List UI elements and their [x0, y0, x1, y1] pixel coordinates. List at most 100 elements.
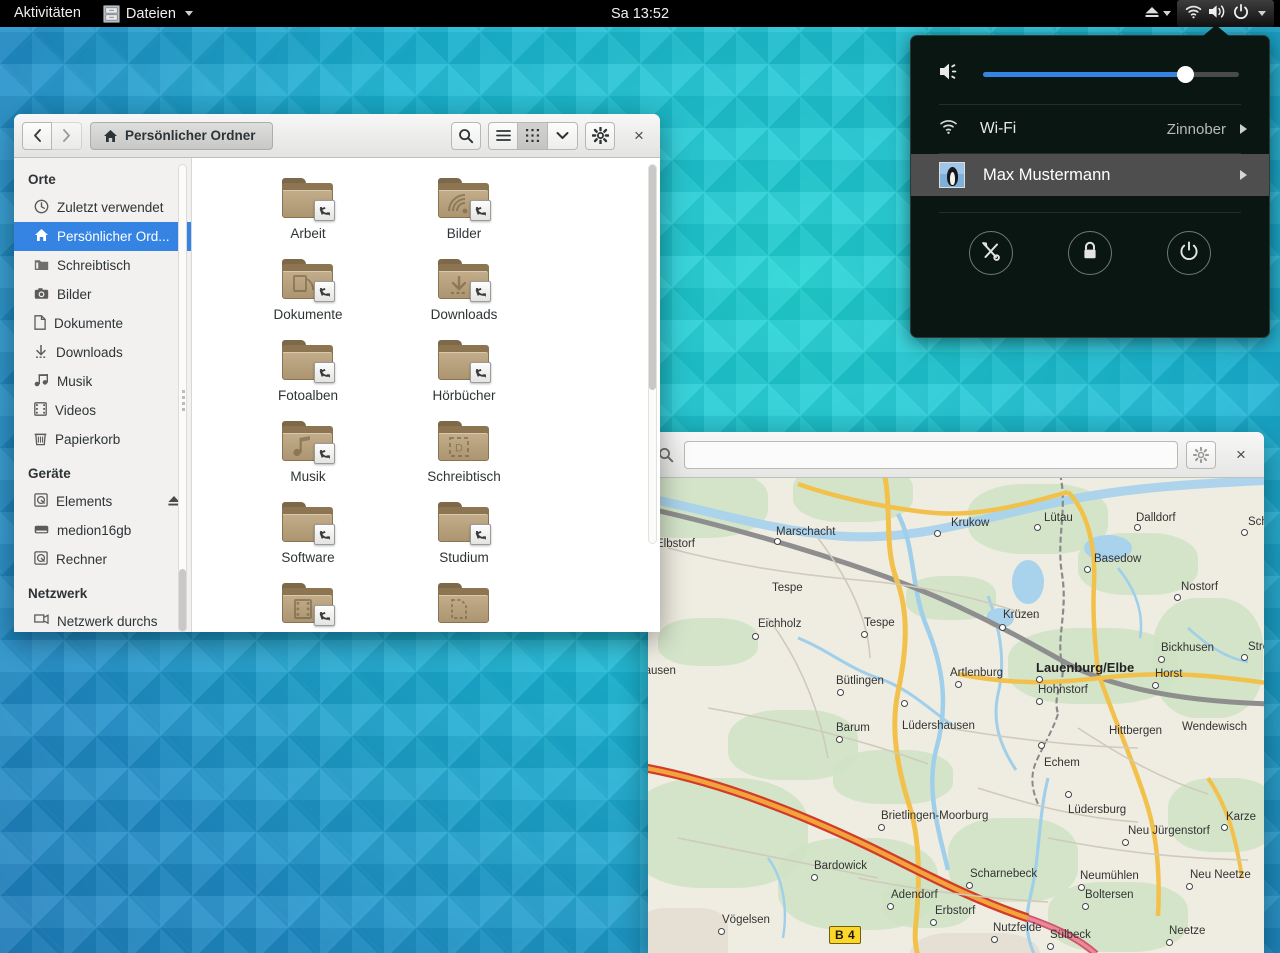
- film-icon: [34, 402, 47, 419]
- sidebar-item-home[interactable]: Persönlicher Ord...: [14, 222, 191, 251]
- file-item[interactable]: Hörbücher: [386, 336, 542, 417]
- breadcrumb-home[interactable]: Persönlicher Ordner: [90, 121, 273, 150]
- symlink-badge-icon: [314, 200, 335, 221]
- settings-menu-button[interactable]: [585, 121, 615, 150]
- places-sidebar[interactable]: Orte Zuletzt verwendet Persönlicher Ord.…: [14, 158, 192, 632]
- file-item[interactable]: Software: [230, 498, 386, 579]
- file-manager-window[interactable]: Persönlicher Ordner × Orte Zuletzt verwe…: [14, 114, 660, 632]
- file-list-scrollbar-thumb[interactable]: [649, 165, 656, 390]
- eject-indicator[interactable]: [1140, 0, 1175, 27]
- sidebar-item-videos[interactable]: Videos: [14, 396, 191, 425]
- sidebar-item-documents[interactable]: Dokumente: [14, 309, 191, 338]
- map-close-button[interactable]: ×: [1228, 442, 1254, 468]
- map-window-titlebar[interactable]: ×: [648, 432, 1264, 478]
- sidebar-item-label: Schreibtisch: [57, 258, 131, 273]
- file-item[interactable]: Bilder: [386, 174, 542, 255]
- drive-icon: [34, 551, 48, 568]
- file-list-scrollbar[interactable]: [648, 164, 657, 544]
- navigation-buttons[interactable]: [22, 121, 82, 150]
- wifi-label: Wi-Fi: [980, 120, 1017, 137]
- chevron-down-icon: [1163, 11, 1171, 16]
- file-item-label: Studium: [439, 550, 489, 565]
- file-item[interactable]: Arbeit: [230, 174, 386, 255]
- sidebar-header-network: Netzwerk: [28, 586, 88, 601]
- file-manager-titlebar[interactable]: Persönlicher Ordner ×: [14, 114, 660, 158]
- sidebar-item-downloads[interactable]: Downloads: [14, 338, 191, 367]
- folder-icon: [436, 255, 492, 303]
- map-search-input[interactable]: [694, 447, 1168, 462]
- file-item[interactable]: Vorlagen: [386, 579, 542, 632]
- status-area[interactable]: [1140, 0, 1274, 27]
- back-button[interactable]: [22, 121, 52, 150]
- view-options-button[interactable]: [548, 121, 578, 150]
- sidebar-scrollbar[interactable]: [178, 164, 187, 632]
- system-action-buttons[interactable]: [911, 213, 1269, 293]
- clock[interactable]: Sa 13:52: [611, 6, 669, 22]
- lock-button[interactable]: [1067, 231, 1112, 275]
- file-list-area[interactable]: Arbeit Bilder Dokumente Downloads Fotoalben H…: [192, 158, 660, 632]
- file-item[interactable]: Dokumente: [230, 255, 386, 336]
- view-mode-switcher[interactable]: [488, 121, 578, 150]
- document-icon: [34, 314, 46, 333]
- symlink-badge-icon: [314, 524, 335, 545]
- search-button[interactable]: [451, 121, 481, 150]
- wifi-icon: [1185, 5, 1202, 23]
- map-search-field[interactable]: [684, 440, 1178, 469]
- sidebar-item-label: Persönlicher Ord...: [57, 229, 170, 244]
- map-canvas[interactable]: Elbstorf Marschacht Krukow Lütau Dalldor…: [648, 478, 1264, 953]
- app-menu-button[interactable]: Dateien: [93, 0, 203, 27]
- volume-slider[interactable]: [983, 65, 1239, 83]
- file-item[interactable]: Musik: [230, 417, 386, 498]
- camera-icon: [34, 287, 49, 303]
- symlink-badge-icon: [314, 443, 335, 464]
- grid-view-button[interactable]: [518, 121, 548, 150]
- sidebar-item-recent[interactable]: Zuletzt verwendet: [14, 193, 191, 222]
- sidebar-item-computer[interactable]: Rechner: [14, 545, 191, 574]
- sidebar-item-desktop[interactable]: Schreibtisch: [14, 251, 191, 280]
- folder-emblem-music: [291, 436, 315, 458]
- sidebar-item-music[interactable]: Musik: [14, 367, 191, 396]
- network-icon: [34, 613, 49, 630]
- settings-button[interactable]: [968, 231, 1013, 275]
- volume-slider-knob[interactable]: [1177, 65, 1195, 83]
- sidebar-scrollbar-thumb[interactable]: [179, 569, 186, 631]
- sidebar-item-pictures[interactable]: Bilder: [14, 280, 191, 309]
- top-bar[interactable]: Aktivitäten Dateien Sa 13:52: [0, 0, 1280, 27]
- sidebar-item-medion16gb[interactable]: medion16gb: [14, 516, 191, 545]
- wifi-row[interactable]: Wi-Fi Zinnober: [911, 105, 1269, 153]
- map-settings-button[interactable]: [1186, 440, 1216, 469]
- file-item[interactable]: Studium: [386, 498, 542, 579]
- folder-emblem-downloads: [447, 274, 471, 296]
- file-item[interactable]: D Schreibtisch: [386, 417, 542, 498]
- folder-icon: [280, 336, 336, 384]
- power-button[interactable]: [1167, 231, 1212, 275]
- sidebar-item-elements[interactable]: Elements: [14, 487, 191, 516]
- folder-emblem-video: [291, 598, 315, 620]
- tools-icon: [980, 240, 1002, 267]
- list-view-button[interactable]: [488, 121, 518, 150]
- symlink-badge-icon: [470, 524, 491, 545]
- sidebar-item-trash[interactable]: Papierkorb: [14, 425, 191, 454]
- system-menu-popup[interactable]: Wi-Fi Zinnober Max Mustermann: [910, 25, 1270, 338]
- wifi-icon: [939, 119, 958, 140]
- activities-button[interactable]: Aktivitäten: [0, 0, 93, 27]
- user-row[interactable]: Max Mustermann: [911, 154, 1269, 196]
- file-item-label: Arbeit: [290, 226, 326, 241]
- map-window[interactable]: × Elbstorf Marschacht Krukow Lütau Dalld…: [648, 432, 1264, 953]
- folder-icon: [436, 174, 492, 222]
- file-item[interactable]: Fotoalben: [230, 336, 386, 417]
- volume-icon[interactable]: [939, 62, 961, 86]
- chevron-right-icon: [1240, 124, 1247, 134]
- file-manager-close-button[interactable]: ×: [626, 123, 652, 149]
- forward-button[interactable]: [52, 121, 82, 150]
- volume-row[interactable]: [911, 44, 1269, 104]
- sidebar-header-places: Orte: [28, 172, 56, 187]
- file-icon-grid[interactable]: Arbeit Bilder Dokumente Downloads Fotoalben H…: [192, 158, 660, 632]
- file-item[interactable]: Videos: [230, 579, 386, 632]
- file-item[interactable]: Downloads: [386, 255, 542, 336]
- sidebar-header-devices: Geräte: [28, 466, 71, 481]
- system-menu-button[interactable]: [1177, 0, 1274, 27]
- sidebar-item-label: Elements: [56, 494, 113, 509]
- volume-icon: [1208, 4, 1227, 23]
- sidebar-item-network-browse[interactable]: Netzwerk durchs: [14, 607, 191, 632]
